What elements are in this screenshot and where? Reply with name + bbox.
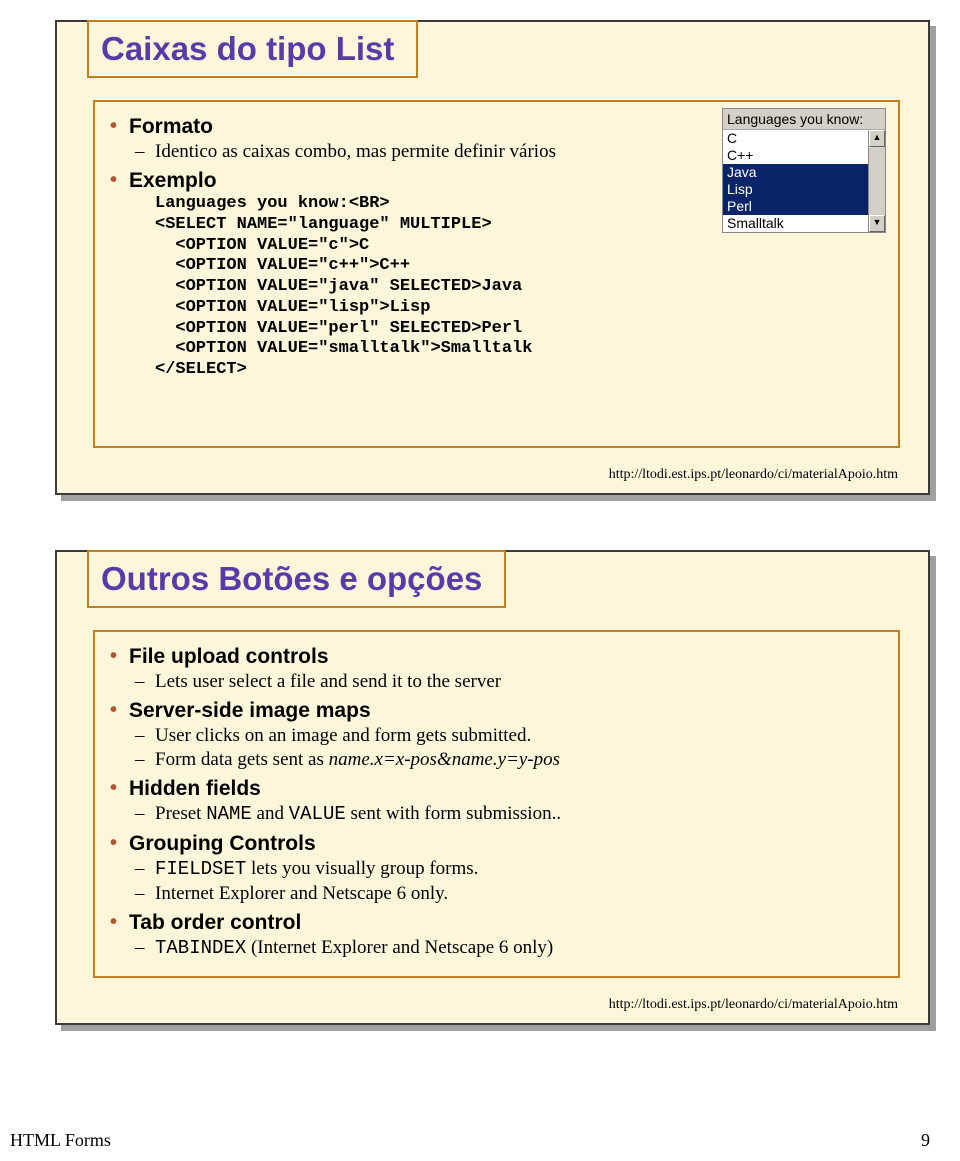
listbox-label: Languages you know:: [723, 109, 885, 130]
scroll-track[interactable]: [869, 147, 885, 215]
text: lets you visually group forms.: [246, 858, 478, 879]
sub-hidden: Preset NAME and VALUE sent with form sub…: [129, 802, 886, 827]
slide-body: File upload controls Lets user select a …: [93, 630, 900, 978]
bullet-label: Hidden fields: [129, 777, 261, 800]
slide-footer-url: http://ltodi.est.ips.pt/leonardo/ci/mate…: [609, 997, 898, 1013]
slide-outros-botoes: Outros Botões e opções File upload contr…: [55, 550, 930, 1025]
sub-image-maps-1: User clicks on an image and form gets su…: [129, 724, 886, 748]
listbox-option[interactable]: Lisp: [723, 181, 868, 198]
bullet-file-upload: File upload controls Lets user select a …: [107, 644, 886, 694]
sub-grouping-2: Internet Explorer and Netscape 6 only.: [129, 882, 886, 906]
listbox-option[interactable]: Java: [723, 164, 868, 181]
text: sent with form submission..: [346, 803, 561, 824]
slide-title: Caixas do tipo List: [101, 30, 394, 68]
italic-text: name.x=x-pos&name.y=y-pos: [329, 749, 560, 770]
mono-text: TABINDEX: [155, 937, 246, 959]
slide-title-box: Caixas do tipo List: [87, 20, 418, 78]
listbox-widget: Languages you know: CC++JavaLispPerlSmal…: [722, 108, 886, 233]
bullet-label: Tab order control: [129, 911, 301, 934]
bullet-label: Grouping Controls: [129, 832, 316, 855]
bullet-label: File upload controls: [129, 645, 329, 668]
listbox-option[interactable]: C: [723, 130, 868, 147]
scroll-up-icon[interactable]: ▲: [869, 130, 885, 147]
sub-image-maps-2: Form data gets sent as name.x=x-pos&name…: [129, 748, 886, 772]
slide-footer-url: http://ltodi.est.ips.pt/leonardo/ci/mate…: [609, 467, 898, 483]
bullet-label: Exemplo: [129, 169, 217, 192]
bullet-label: Formato: [129, 115, 213, 138]
bullet-tab-order: Tab order control TABINDEX (Internet Exp…: [107, 910, 886, 961]
scroll-down-icon[interactable]: ▼: [869, 215, 885, 232]
sub-tab: TABINDEX (Internet Explorer and Netscape…: [129, 936, 886, 961]
text: Preset: [155, 803, 206, 824]
bullet-image-maps: Server-side image maps User clicks on an…: [107, 698, 886, 772]
footer-left: HTML Forms: [10, 1130, 111, 1151]
listbox-option[interactable]: Perl: [723, 198, 868, 215]
slide-title-box: Outros Botões e opções: [87, 550, 506, 608]
sub-grouping-1: FIELDSET lets you visually group forms.: [129, 857, 886, 882]
listbox-items[interactable]: CC++JavaLispPerlSmalltalk: [723, 130, 868, 232]
bullet-label: Server-side image maps: [129, 699, 371, 722]
slide-caixas-list: Caixas do tipo List Formato Identico as …: [55, 20, 930, 495]
slide-title: Outros Botões e opções: [101, 560, 482, 598]
footer-page-number: 9: [921, 1130, 930, 1151]
page-footer: HTML Forms 9: [0, 1090, 960, 1161]
sub-file-upload: Lets user select a file and send it to t…: [129, 670, 886, 694]
text: Form data gets sent as: [155, 749, 329, 770]
bullet-grouping: Grouping Controls FIELDSET lets you visu…: [107, 831, 886, 906]
scrollbar[interactable]: ▲ ▼: [868, 130, 885, 232]
mono-text: NAME: [206, 803, 252, 825]
mono-text: FIELDSET: [155, 858, 246, 880]
text: and: [252, 803, 289, 824]
mono-text: VALUE: [289, 803, 346, 825]
bullet-hidden: Hidden fields Preset NAME and VALUE sent…: [107, 776, 886, 827]
text: (Internet Explorer and Netscape 6 only): [246, 937, 553, 958]
listbox-option[interactable]: Smalltalk: [723, 215, 868, 232]
listbox-option[interactable]: C++: [723, 147, 868, 164]
